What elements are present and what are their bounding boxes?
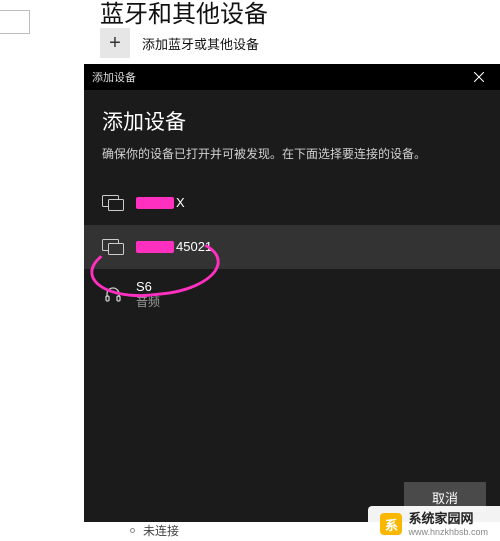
dialog-subtitle: 确保你的设备已打开并可被发现。在下面选择要连接的设备。 (102, 146, 482, 163)
device-list: X 45021 (84, 181, 500, 320)
close-button[interactable] (466, 64, 492, 90)
device-status-text: 未连接 (143, 522, 179, 539)
plus-icon: + (100, 28, 130, 58)
page-section-heading: 蓝牙和其他设备 (100, 0, 268, 29)
add-device-label: 添加蓝牙或其他设备 (142, 34, 259, 53)
display-device-icon (102, 238, 124, 256)
dialog-window-title: 添加设备 (92, 69, 136, 85)
device-name: S6 (136, 279, 160, 295)
watermark-name: 系统家园网 (408, 512, 488, 527)
dialog-titlebar: 添加设备 (84, 64, 500, 90)
status-dot-icon (130, 528, 135, 533)
add-device-dialog: 添加设备 添加设备 确保你的设备已打开并可被发现。在下面选择要连接的设备。 (84, 64, 500, 522)
device-name: X (136, 195, 185, 211)
dialog-heading: 添加设备 (102, 106, 482, 136)
close-icon (474, 72, 484, 82)
device-item[interactable]: 45021 (84, 225, 500, 269)
watermark-logo-icon: 系 (380, 513, 402, 535)
watermark: 系 系统家园网 www.hnzkhbsb.com (368, 506, 500, 541)
add-device-row[interactable]: + 添加蓝牙或其他设备 (100, 28, 259, 58)
truncated-input-box (0, 10, 30, 34)
redacted-mark (136, 241, 174, 253)
display-device-icon (102, 194, 124, 212)
device-item[interactable]: S6 音频 (84, 269, 500, 320)
headphones-icon (102, 285, 124, 303)
device-status-row: 未连接 (130, 522, 179, 539)
device-subtype: 音频 (136, 295, 160, 310)
watermark-url: www.hnzkhbsb.com (408, 527, 488, 537)
device-item[interactable]: X (84, 181, 500, 225)
redacted-mark (136, 197, 174, 209)
device-name: 45021 (136, 239, 212, 255)
